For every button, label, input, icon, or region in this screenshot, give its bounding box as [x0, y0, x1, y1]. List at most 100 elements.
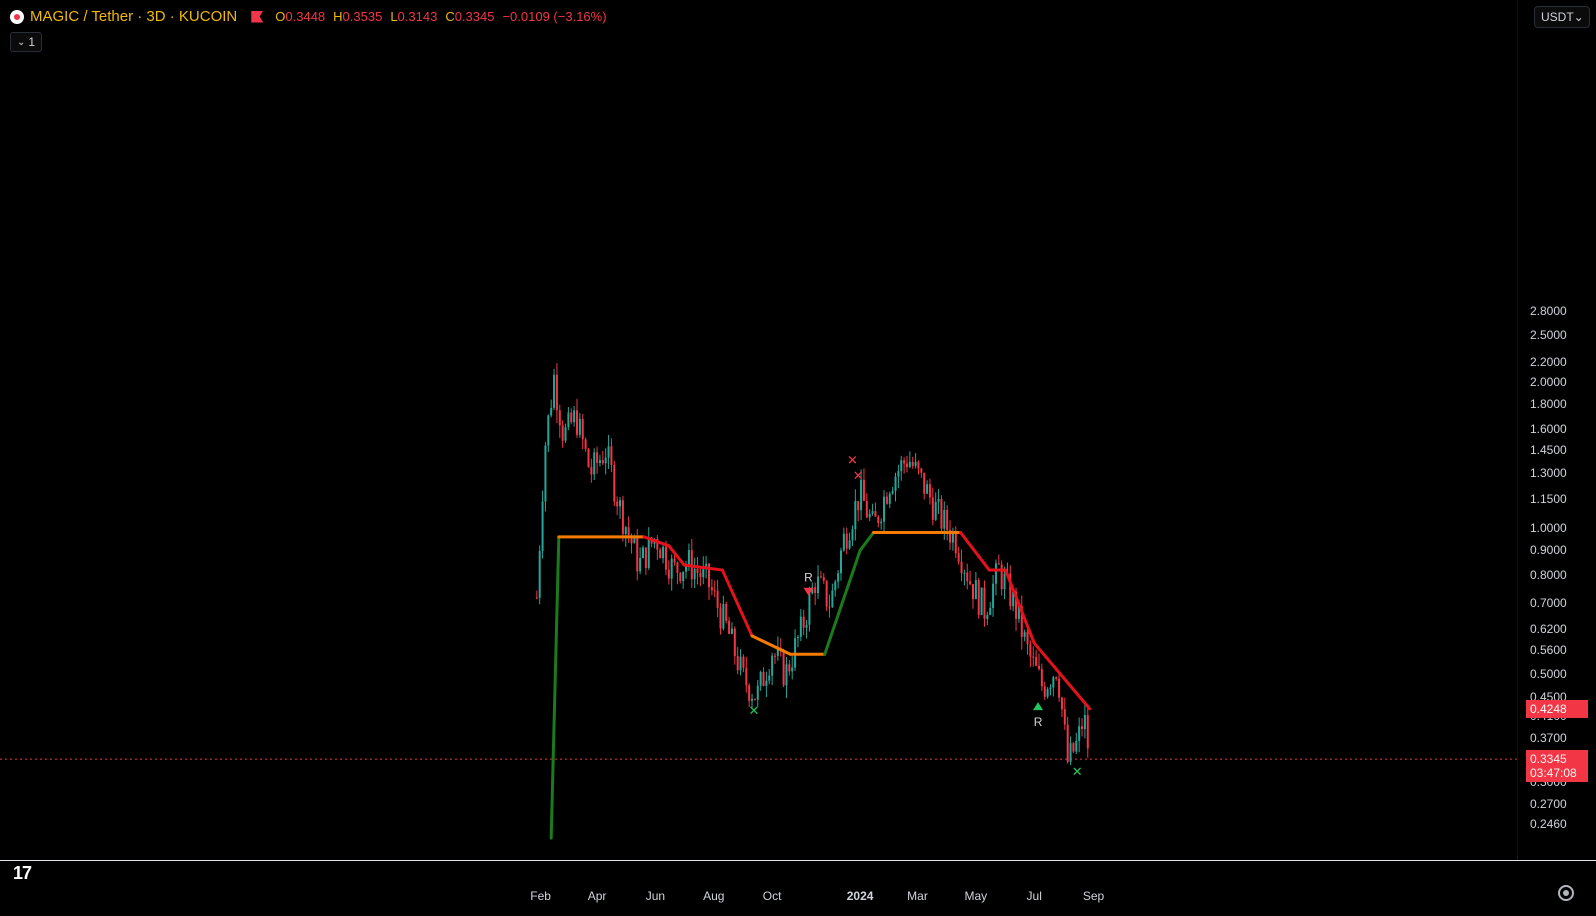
date-label: Oct: [762, 889, 782, 903]
candle-body: [1043, 686, 1046, 697]
candle-body: [914, 461, 917, 466]
candle-body: [989, 607, 992, 615]
candle-body: [728, 620, 731, 634]
indicator-segment: [823, 548, 862, 656]
price-tick: 1.1500: [1530, 491, 1567, 506]
candle-body: [555, 374, 558, 411]
candle-body: [1083, 715, 1086, 730]
candle-body: [842, 533, 845, 551]
candle-body: [699, 572, 702, 578]
price-tick: 0.8000: [1530, 568, 1567, 583]
candle-body: [696, 568, 699, 573]
price-tick: 2.2000: [1530, 354, 1567, 369]
candle-body: [547, 415, 550, 446]
candle-body: [834, 581, 837, 591]
indicator-segment: [959, 530, 991, 572]
chevron-down-icon: ⌄: [16, 36, 26, 48]
candle-body: [567, 412, 570, 428]
candle-body: [986, 614, 989, 619]
last-price-value: 0.3345: [1530, 752, 1567, 767]
price-chart[interactable]: ✕R✕✕R✕: [0, 0, 1518, 860]
candle-body: [759, 671, 762, 686]
candle-body: [819, 576, 822, 578]
candle-body: [725, 603, 728, 621]
candle-body: [1049, 687, 1052, 690]
candle-body: [676, 562, 679, 573]
candle-body: [624, 527, 627, 534]
candle-body: [877, 516, 880, 524]
candle-body: [578, 418, 581, 435]
buy-triangle-marker: [1033, 702, 1044, 711]
candle-body: [561, 425, 564, 441]
candle-body: [670, 558, 673, 579]
chart-app: ✕ R ✕ ✕ R ✕ MAGIC / Tether · 3D · KUCOIN O0.3…: [0, 0, 1596, 916]
candle-body: [874, 511, 877, 517]
candle-body: [997, 563, 1000, 565]
candle-body: [584, 439, 587, 449]
candle-body: [659, 549, 662, 559]
candle-body: [742, 656, 745, 668]
candle-body: [1066, 724, 1069, 762]
candle-body: [762, 671, 765, 686]
candle-body: [957, 553, 960, 562]
candle-body: [908, 462, 911, 467]
currency-select[interactable]: USDT ⌄: [1534, 6, 1590, 28]
candle-body: [969, 581, 972, 585]
signal-markers-group: ✕R✕✕R✕: [748, 453, 1082, 779]
candle-body: [616, 501, 619, 507]
price-tick: 2.5000: [1530, 328, 1567, 343]
candle-body: [550, 407, 553, 416]
marker-label: R: [804, 571, 813, 585]
candle-body: [791, 667, 794, 672]
candle-body: [883, 496, 886, 522]
low-label: L: [390, 9, 398, 24]
candle-body: [900, 460, 903, 472]
candle-body: [541, 501, 544, 551]
candle-body: [564, 427, 567, 441]
candle-body: [923, 472, 926, 494]
date-label: Mar: [907, 889, 928, 903]
time-axis[interactable]: 17 Feb Apr Jun Aug Oct 2024 Mar May Jul Sep: [0, 860, 1596, 916]
candle-body: [865, 500, 868, 518]
candle-body: [937, 499, 940, 502]
date-label: Feb: [530, 889, 551, 903]
candle-body: [722, 603, 725, 629]
tradingview-logo[interactable]: 17: [13, 863, 32, 884]
indicator-segment: [720, 568, 754, 638]
open-label: O: [275, 9, 286, 24]
symbol-logo-icon[interactable]: [10, 9, 24, 24]
candle-body: [1081, 726, 1084, 730]
price-tick: 2.0000: [1530, 375, 1567, 390]
candle-body: [857, 501, 860, 511]
candle-body: [538, 550, 541, 598]
flag-icon[interactable]: [251, 10, 264, 23]
symbol-legend: MAGIC / Tether · 3D · KUCOIN O0.3448 H0.…: [10, 8, 607, 25]
candle-body: [748, 685, 751, 701]
price-scale[interactable]: USDT ⌄ 2.8000 2.5000 2.2000 2.0000 1.8000 1.6…: [1517, 0, 1596, 860]
candle-body: [1060, 697, 1063, 710]
indicators-collapse-button[interactable]: ⌄ 1: [10, 32, 42, 52]
candle-body: [963, 572, 966, 574]
price-tick: 0.5000: [1530, 667, 1567, 682]
candle-body: [553, 374, 556, 408]
gear-icon[interactable]: [1558, 885, 1574, 901]
date-label: May: [964, 889, 988, 903]
candles-group: [535, 363, 1089, 766]
candle-body: [619, 500, 622, 507]
candle-body: [679, 572, 682, 582]
date-label: 2024: [846, 889, 874, 903]
candle-body: [544, 445, 547, 502]
bar-countdown: 03:47:08: [1530, 766, 1577, 781]
candle-body: [911, 462, 914, 466]
candle-body: [587, 448, 590, 468]
candle-body: [581, 418, 584, 440]
candle-body: [575, 410, 578, 435]
candle-body: [736, 656, 739, 671]
ohlc-values: O0.3448 H0.3535 L0.3143 C0.3345 −0.0109 …: [275, 9, 606, 24]
symbol-title[interactable]: MAGIC / Tether · 3D · KUCOIN: [30, 8, 237, 25]
candle-body: [974, 580, 977, 600]
candle-body: [745, 667, 748, 686]
candle-body: [943, 509, 946, 529]
candle-body: [954, 532, 957, 554]
price-tick: 0.5600: [1530, 643, 1567, 658]
